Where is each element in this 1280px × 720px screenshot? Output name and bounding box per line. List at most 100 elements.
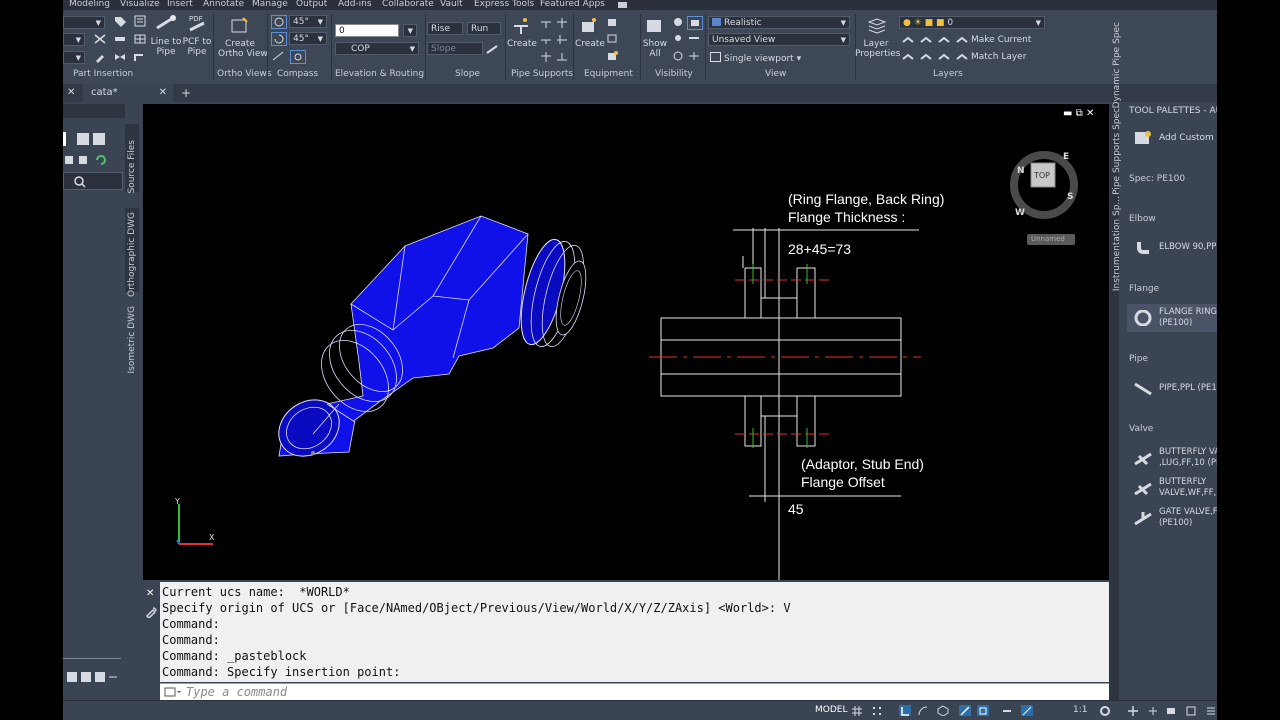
tab-output[interactable]: Output <box>296 0 327 9</box>
wrench-icon[interactable] <box>93 51 107 63</box>
grid-display-icon[interactable] <box>851 705 863 716</box>
customization-icon[interactable] <box>1205 705 1217 716</box>
snap-icon[interactable] <box>271 50 285 62</box>
viewport-controls[interactable]: ▬ ⧉ ✕ <box>1063 108 1094 119</box>
layer-lock-icon[interactable] <box>937 34 951 46</box>
panel-label-elevation-routing[interactable]: Elevation & Routing <box>335 69 424 79</box>
hardware-acceleration-icon[interactable] <box>1165 705 1177 716</box>
support-delete-icon[interactable] <box>555 32 569 44</box>
add-custom-button[interactable]: Add Custom Pa <box>1159 133 1217 143</box>
run-field[interactable]: Run <box>467 22 501 35</box>
layer-off-icon[interactable] <box>901 34 915 46</box>
compass-angle-dropdown-2[interactable]: 45° ▼ <box>289 32 327 45</box>
settings-gear-icon[interactable] <box>1099 705 1111 716</box>
project-tools[interactable] <box>63 154 123 168</box>
equipment-modify-icon[interactable] <box>605 16 619 28</box>
elevation-input[interactable]: 0 <box>335 24 399 37</box>
viewport-config-menu[interactable]: Single viewport ▾ <box>710 52 801 64</box>
visual-style-dropdown[interactable]: Realistic ▼ <box>708 16 850 29</box>
isolate-objects-icon[interactable] <box>1147 705 1159 716</box>
support-list-icon[interactable] <box>539 50 553 62</box>
valve-tool-icon[interactable] <box>113 51 127 63</box>
snap-mode-icon[interactable] <box>871 705 883 716</box>
palette-tab-instrumentation-spec[interactable]: Instrumentation Sp... <box>1112 196 1122 291</box>
ucs-menu[interactable]: Unnamed <box>1027 234 1075 245</box>
show-all-button[interactable]: Show All <box>641 16 669 59</box>
compass-n[interactable]: N <box>1017 166 1025 176</box>
panel-toggle-icon[interactable] <box>618 2 627 8</box>
tab-vault[interactable]: Vault <box>440 0 463 9</box>
object-snap-icon[interactable] <box>977 705 989 716</box>
show-objects-icon[interactable] <box>671 50 685 62</box>
match-layer-icon[interactable] <box>955 51 969 63</box>
part-spec-dropdown[interactable]: ▼ <box>63 51 85 64</box>
clean-screen-icon[interactable] <box>1185 705 1197 716</box>
command-input[interactable]: Type a command <box>160 683 1109 701</box>
tab-visualize[interactable]: Visualize <box>120 0 160 9</box>
palette-tab-dynamic-pipe-spec[interactable]: Dynamic Pipe Spec <box>1112 22 1122 108</box>
project-search-box[interactable] <box>63 172 123 190</box>
tab-featured-apps[interactable]: Featured Apps <box>540 0 605 9</box>
layer-walk-icon[interactable] <box>937 51 951 63</box>
palette-item-butterfly-valve-wafer[interactable]: BUTTERFLY VALVE,WF,FF,10 <box>1159 477 1217 499</box>
compass-angle-dropdown-1[interactable]: 45° ▼ <box>289 15 327 28</box>
polar-tracking-icon[interactable] <box>917 705 929 716</box>
make-current-button[interactable]: Make Current <box>971 35 1031 45</box>
drawing-viewport[interactable]: Y X (Ring Flange, Back Ring) Flange Thic… <box>143 104 1109 580</box>
close-start-tab-icon[interactable]: ✕ <box>67 84 75 102</box>
create-support-button[interactable]: Create <box>507 16 537 49</box>
fitting-tool-icon[interactable] <box>133 51 147 63</box>
grid-icon[interactable] <box>133 33 147 45</box>
panel-label-compass[interactable]: Compass <box>277 69 318 79</box>
tab-annotate[interactable]: Annotate <box>203 0 244 9</box>
tab-orthographic-dwg[interactable]: Orthographic DWG <box>127 212 137 297</box>
panel-label-layers[interactable]: Layers <box>933 69 963 79</box>
line-to-pipe-button[interactable]: Line to Pipe <box>149 14 183 57</box>
palette-item-elbow[interactable]: ELBOW 90,PPL <box>1159 242 1217 253</box>
spec-icon[interactable] <box>133 15 147 27</box>
support-spec-icon[interactable] <box>555 50 569 62</box>
cop-dropdown[interactable]: COP ▼ <box>335 42 419 55</box>
layer-isolate-icon[interactable] <box>901 51 915 63</box>
visibility-settings-icon[interactable] <box>687 50 701 62</box>
support-move-icon[interactable] <box>555 16 569 28</box>
slope-icon[interactable] <box>485 43 499 55</box>
object-snap-tracking-icon[interactable] <box>959 705 971 716</box>
current-layer-dropdown[interactable]: ● ☀ ■ ■ 0 ▼ <box>899 16 1045 29</box>
rotate-icon[interactable] <box>271 32 287 46</box>
model-space-button[interactable]: MODEL <box>815 705 847 715</box>
palette-item-flange[interactable]: FLANGE RING,F (PE100) <box>1159 307 1217 329</box>
panel-label-view[interactable]: View <box>765 69 786 79</box>
isolate-icon[interactable] <box>687 16 703 30</box>
tab-insert[interactable]: Insert <box>167 0 193 9</box>
annotation-visibility-icon[interactable] <box>1001 705 1013 716</box>
annotation-scale-icon[interactable] <box>1021 705 1033 716</box>
support-copy-icon[interactable] <box>539 32 553 44</box>
pipe-elbow-3d-model[interactable] <box>268 215 592 468</box>
create-ortho-view-button[interactable]: Create Ortho View <box>218 16 268 59</box>
new-tab-icon[interactable]: + <box>181 84 191 102</box>
layer-properties-button[interactable]: Layer Properties <box>855 16 900 59</box>
compass-e[interactable]: E <box>1063 152 1069 162</box>
rise-field[interactable]: Rise <box>427 22 463 35</box>
tab-isometric-dwg[interactable]: Isometric DWG <box>127 306 137 374</box>
make-current-icon[interactable] <box>955 34 969 46</box>
tab-modeling[interactable]: Modeling <box>69 0 110 9</box>
compass-toggle-icon[interactable] <box>290 50 306 64</box>
isodraft-icon[interactable] <box>937 705 949 716</box>
palette-item-pipe[interactable]: PIPE,PPL (PE10 <box>1159 383 1217 394</box>
palette-item-butterfly-valve-lug[interactable]: BUTTERFLY VAL ,LUG,FF,10 (PE1 <box>1159 447 1217 469</box>
flange-section-drawing[interactable] <box>660 228 919 580</box>
close-tab-icon[interactable]: ✕ <box>159 84 167 102</box>
pipe-tool-icon[interactable] <box>113 33 127 45</box>
tab-cata[interactable]: cata* ✕ <box>83 84 173 102</box>
tag-icon[interactable] <box>113 15 127 27</box>
tab-express-tools[interactable]: Express Tools <box>474 0 534 9</box>
scissors-icon[interactable] <box>93 33 107 45</box>
elevation-dropdown[interactable]: ▼ <box>403 24 417 37</box>
tab-manage[interactable]: Manage <box>252 0 288 9</box>
layer-freeze-icon[interactable] <box>919 34 933 46</box>
ortho-mode-icon[interactable] <box>899 705 911 716</box>
hide-objects-icon[interactable] <box>671 32 685 44</box>
palette-tab-pipe-supports-spec[interactable]: Pipe Supports Spec <box>1112 108 1122 195</box>
